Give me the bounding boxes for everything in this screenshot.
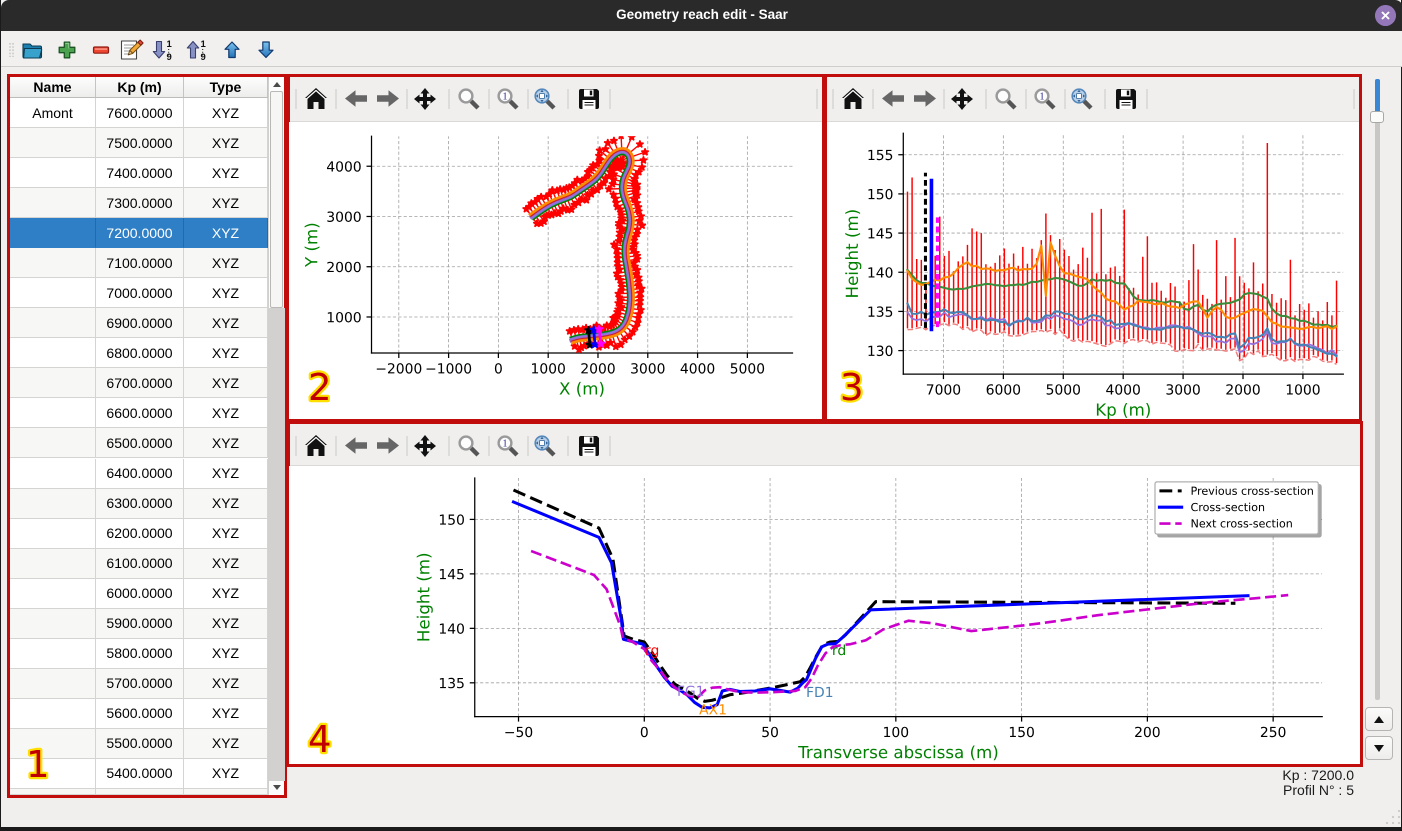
svg-text:1: 1 <box>1040 91 1045 102</box>
svg-text:1: 1 <box>503 438 508 449</box>
svg-text:1: 1 <box>503 91 508 102</box>
svg-text:1: 1 <box>167 39 173 50</box>
svg-text:1: 1 <box>201 39 207 50</box>
svg-text:9: 9 <box>201 52 206 63</box>
svg-text:9: 9 <box>167 52 172 63</box>
